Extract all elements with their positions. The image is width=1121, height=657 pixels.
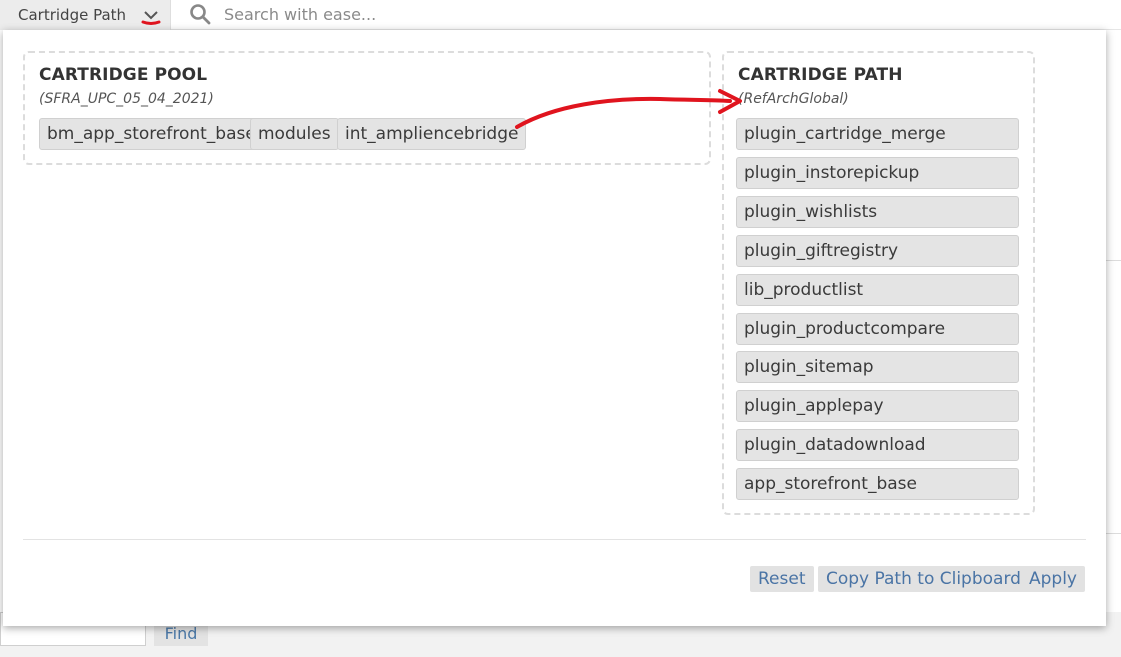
search-input[interactable] (216, 1, 1096, 27)
cartridge-path-toggle-label: Cartridge Path (18, 6, 127, 24)
chevron-down-icon[interactable] (141, 6, 161, 26)
cartridge-pool-title: CARTRIDGE POOL (39, 65, 208, 85)
path-cartridge-chip[interactable]: plugin_productcompare (736, 313, 1019, 345)
cartridge-path-panel: CARTRIDGE POOL (SFRA_UPC_05_04_2021) bm_… (3, 30, 1106, 626)
cartridge-path-title: CARTRIDGE PATH (738, 65, 903, 85)
background-divider (1106, 533, 1121, 534)
path-cartridge-chip[interactable]: plugin_sitemap (736, 351, 1019, 383)
path-cartridge-chip[interactable]: app_storefront_base (736, 468, 1019, 500)
path-cartridge-chip[interactable]: plugin_datadownload (736, 429, 1019, 461)
cartridge-pool-box: CARTRIDGE POOL (SFRA_UPC_05_04_2021) bm_… (23, 51, 711, 165)
path-cartridge-chip[interactable]: plugin_giftregistry (736, 235, 1019, 267)
path-cartridge-chip[interactable]: plugin_cartridge_merge (736, 118, 1019, 150)
path-cartridge-chip[interactable]: plugin_applepay (736, 390, 1019, 422)
panel-divider (23, 539, 1086, 540)
search-icon (190, 4, 211, 25)
pool-cartridge-chip[interactable]: modules (250, 118, 339, 150)
top-bar: Cartridge Path (0, 0, 1121, 30)
cartridge-path-toggle[interactable]: Cartridge Path (0, 0, 171, 30)
pool-cartridge-chip[interactable]: int_ampliencebridge (337, 118, 527, 150)
background-divider (1106, 260, 1121, 261)
path-cartridge-chip[interactable]: plugin_instorepickup (736, 157, 1019, 189)
pool-cartridge-chip[interactable]: bm_app_storefront_base (39, 118, 264, 150)
reset-button[interactable]: Reset (750, 566, 814, 592)
path-cartridge-chip[interactable]: plugin_wishlists (736, 196, 1019, 228)
cartridge-path-subtitle: (RefArchGlobal) (738, 91, 849, 107)
path-cartridge-chip[interactable]: lib_productlist (736, 274, 1019, 306)
apply-button[interactable]: Apply (1021, 566, 1085, 592)
cartridge-path-box: CARTRIDGE PATH (RefArchGlobal) plugin_ca… (722, 51, 1035, 515)
copy-path-button[interactable]: Copy Path to Clipboard (818, 566, 1029, 592)
cartridge-pool-subtitle: (SFRA_UPC_05_04_2021) (39, 91, 214, 107)
